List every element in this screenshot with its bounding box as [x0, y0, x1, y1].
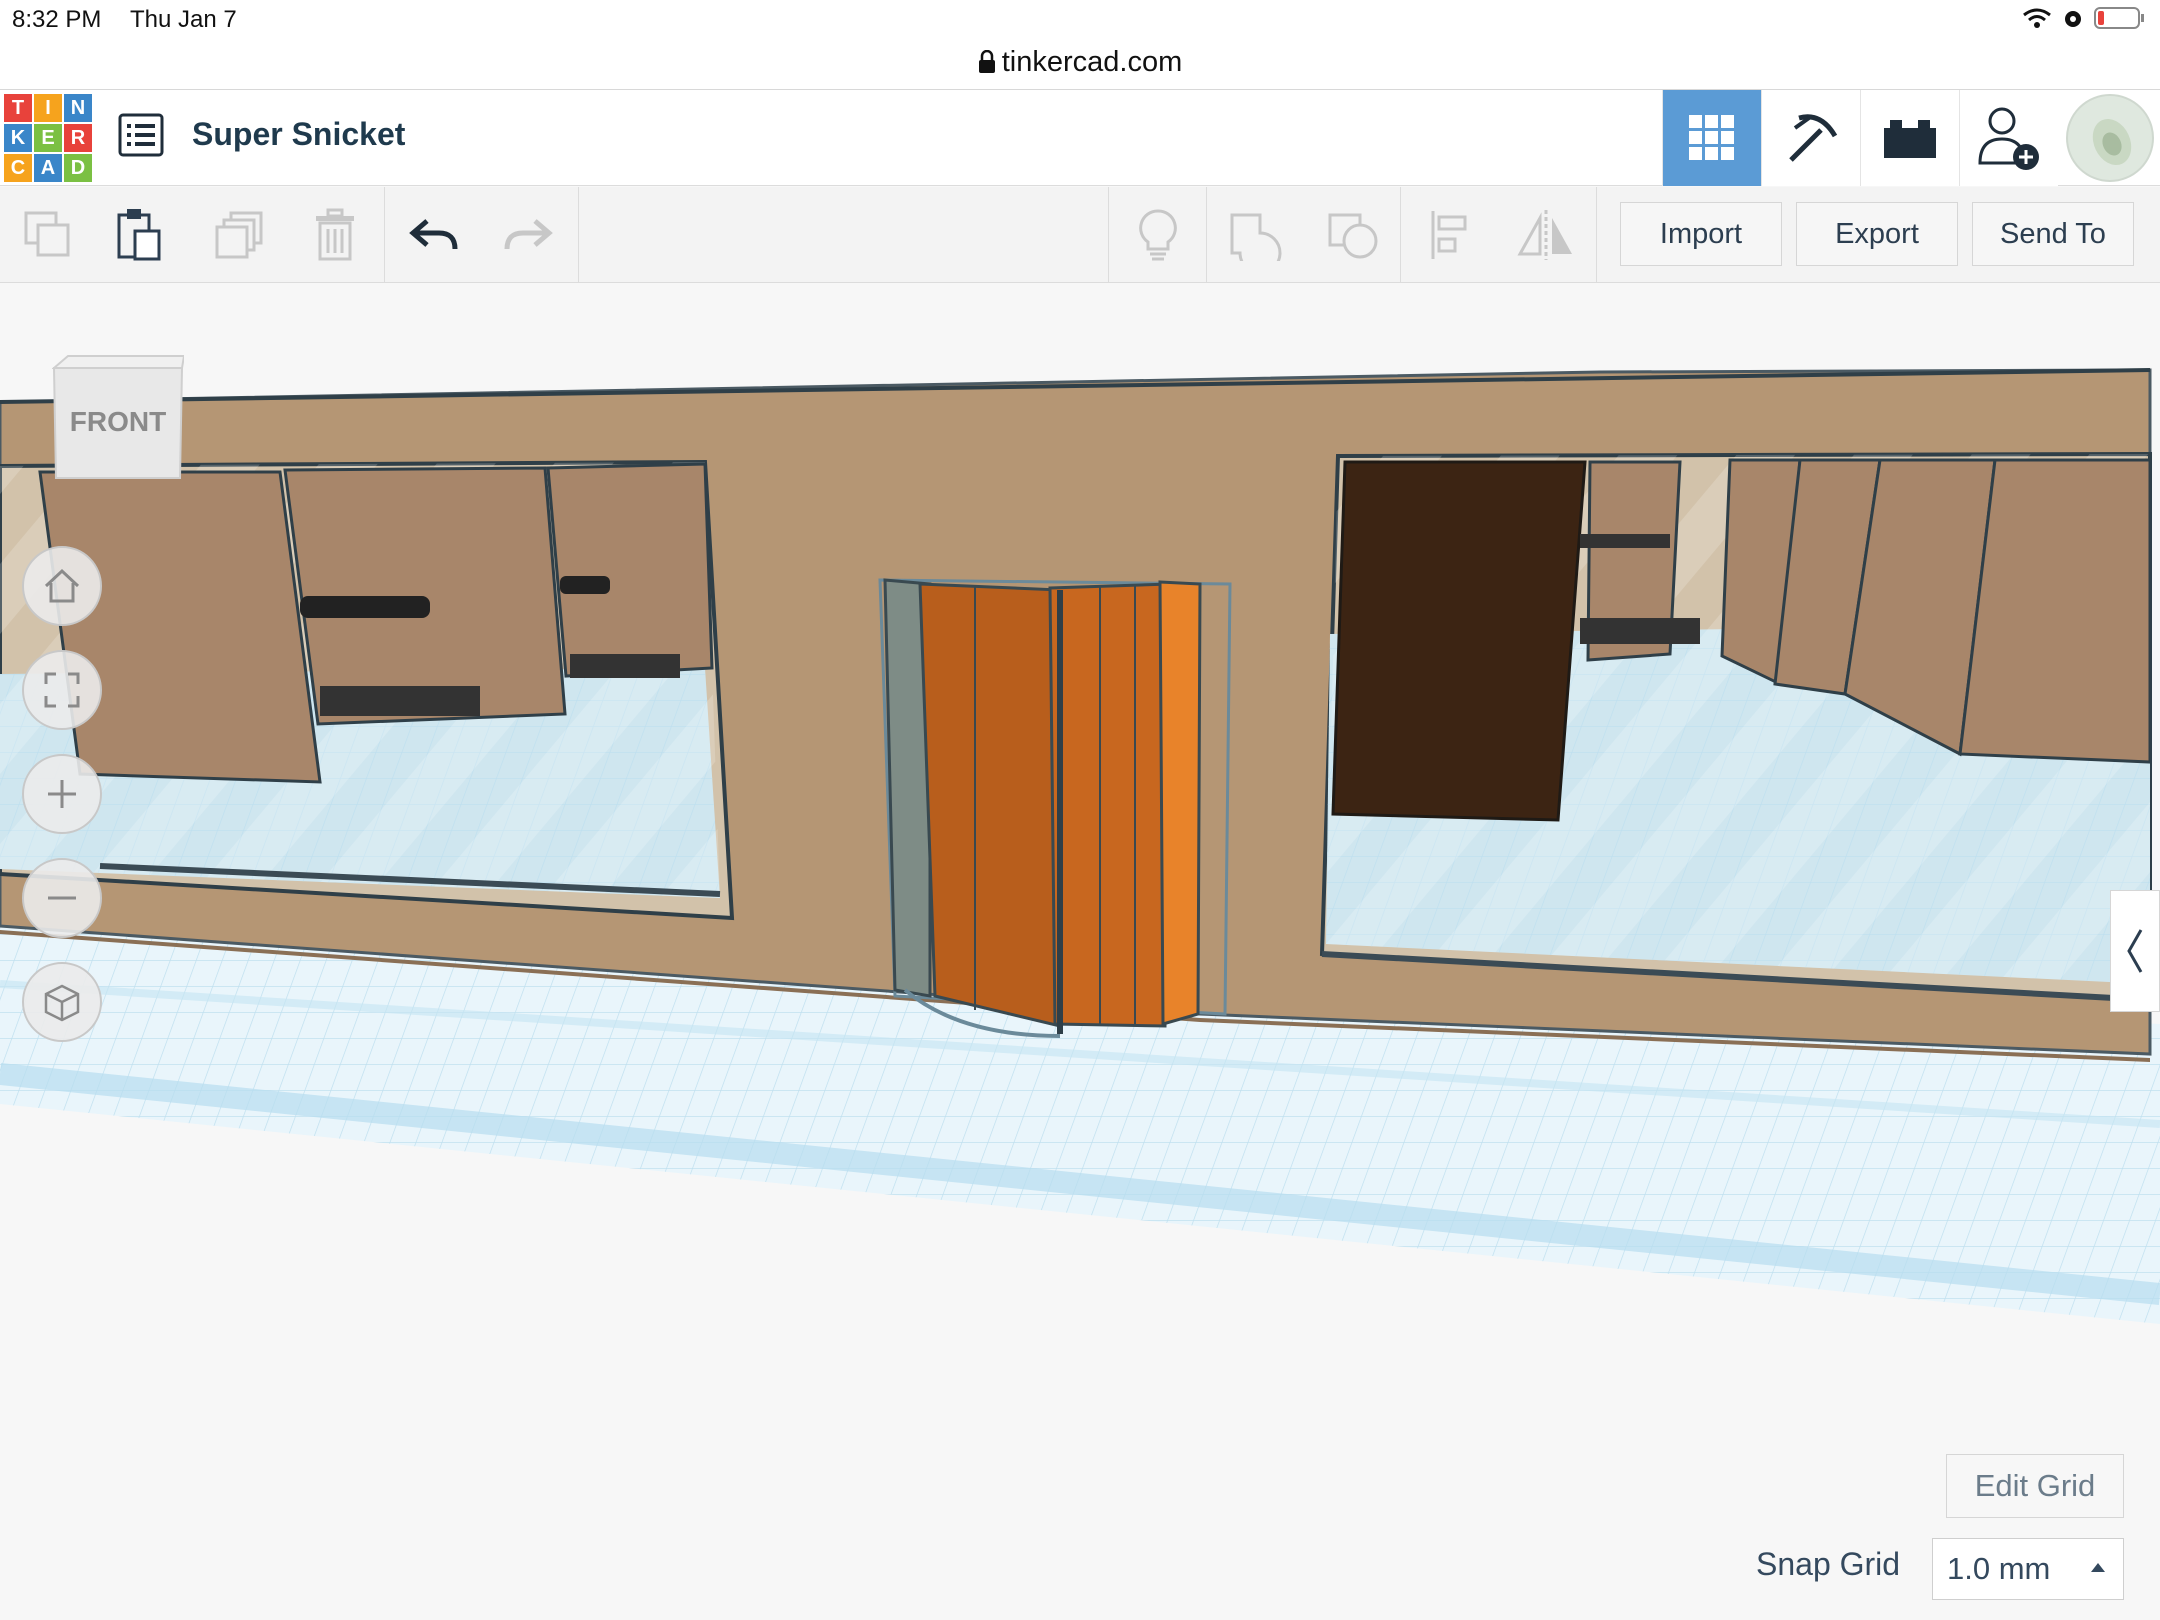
perspective-toggle-button[interactable]: [22, 962, 102, 1042]
lock-icon: [978, 49, 995, 73]
home-icon: [44, 568, 80, 603]
copy-icon: [24, 211, 70, 257]
cube-icon: [44, 984, 80, 1022]
caret-up-icon: [2091, 1563, 2105, 1572]
logo-letter: I: [34, 94, 62, 122]
chevron-left-icon: [2127, 929, 2143, 973]
align-button[interactable]: [1420, 205, 1480, 265]
export-button[interactable]: Export: [1796, 202, 1958, 266]
list-icon: [118, 113, 164, 157]
logo-letter: K: [4, 124, 32, 152]
ungroup-icon: [1328, 213, 1378, 259]
ungroup-button[interactable]: [1324, 205, 1384, 265]
url-display[interactable]: tinkercad.com: [0, 46, 2160, 79]
toolbar-separator: [1206, 187, 1207, 283]
design-list-button[interactable]: [118, 112, 164, 158]
invite-button[interactable]: [1959, 90, 2058, 186]
trash-icon: [316, 208, 354, 261]
copy-button[interactable]: [18, 205, 78, 265]
snap-grid-value: 1.0 mm: [1947, 1551, 2051, 1586]
view-cube[interactable]: FRONT: [51, 354, 186, 482]
send-to-button[interactable]: Send To: [1972, 202, 2134, 266]
undo-icon: [409, 219, 458, 250]
import-button[interactable]: Import: [1620, 202, 1782, 266]
logo-letter: T: [4, 94, 32, 122]
group-icon: [1230, 213, 1282, 261]
battery-icon: [2094, 7, 2144, 29]
plus-icon: [48, 780, 76, 808]
logo-letter: E: [34, 124, 62, 152]
mirror-button[interactable]: [1516, 205, 1576, 265]
logo-letter: D: [64, 154, 92, 182]
status-icons: [2022, 6, 2146, 30]
left-window[interactable]: [0, 459, 735, 921]
snap-grid-select[interactable]: 1.0 mm: [1932, 1538, 2124, 1600]
address-bar[interactable]: tinkercad.com: [0, 40, 2160, 90]
logo-letter: R: [64, 124, 92, 152]
status-bar: 8:32 PM Thu Jan 7: [0, 0, 2160, 40]
redo-button[interactable]: [498, 205, 558, 265]
user-avatar[interactable]: [2066, 94, 2154, 182]
tinkercad-logo[interactable]: TIN KER CAD: [4, 94, 92, 182]
redo-icon: [504, 219, 553, 250]
shapes-panel-toggle[interactable]: [2110, 890, 2160, 1012]
toolbar-separator: [1108, 187, 1109, 283]
logo-letter: A: [34, 154, 62, 182]
snap-grid-label: Snap Grid: [1756, 1546, 1901, 1582]
wifi-icon: [2023, 8, 2051, 28]
toolbar-separator: [384, 187, 385, 283]
lightbulb-icon: [1139, 209, 1177, 261]
align-icon: [1431, 211, 1467, 259]
avatar-image: [2092, 118, 2132, 166]
3d-design-button[interactable]: [1662, 90, 1761, 186]
mirror-icon: [1517, 210, 1572, 260]
notes-button[interactable]: [1128, 205, 1188, 265]
minus-icon: [48, 896, 76, 900]
fit-view-button[interactable]: [22, 650, 102, 730]
right-window[interactable]: [1319, 451, 2152, 1003]
workplane-viewport[interactable]: FRONT Edit Grid Snap Grid 1.0 mm: [0, 284, 2160, 1620]
design-title[interactable]: Super Snicket: [192, 116, 405, 153]
brick-icon: [1884, 120, 1936, 158]
editor-toolbar: Import Export Send To: [0, 187, 2160, 283]
zoom-out-button[interactable]: [22, 858, 102, 938]
pickaxe-icon: [1789, 114, 1838, 162]
toolbar-separator: [1400, 187, 1401, 283]
grid-view-icon: [1689, 115, 1734, 160]
home-view-button[interactable]: [22, 546, 102, 626]
fit-view-icon: [44, 672, 80, 708]
codeblocks-button[interactable]: [1761, 90, 1860, 186]
logo-letter: C: [4, 154, 32, 182]
zoom-in-button[interactable]: [22, 754, 102, 834]
duplicate-button[interactable]: [210, 205, 270, 265]
toolbar-separator: [578, 187, 579, 283]
alarm-icon: [2065, 11, 2081, 27]
revolving-door-model[interactable]: [878, 578, 1232, 1038]
add-user-icon: [1978, 107, 2039, 170]
paste-button[interactable]: [110, 205, 170, 265]
logo-letter: N: [64, 94, 92, 122]
status-date: Thu Jan 7: [130, 6, 237, 33]
status-time: 8:32 PM: [12, 6, 102, 33]
undo-button[interactable]: [404, 205, 464, 265]
view-cube-front-label: FRONT: [69, 406, 167, 437]
url-text: tinkercad.com: [1001, 46, 1183, 78]
bricks-button[interactable]: [1860, 90, 1959, 186]
edit-grid-button[interactable]: Edit Grid: [1946, 1454, 2124, 1518]
app-header: TIN KER CAD Super Snicket: [0, 90, 2160, 186]
toolbar-separator: [1596, 187, 1597, 283]
duplicate-icon: [215, 211, 263, 259]
delete-button[interactable]: [305, 205, 365, 265]
group-button[interactable]: [1226, 205, 1286, 265]
3d-scene[interactable]: [0, 284, 2160, 1620]
paste-icon: [117, 209, 161, 261]
